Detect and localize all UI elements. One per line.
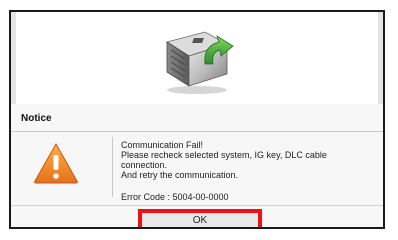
notice-dialog: Notice Communication Fail! Please rechec… [11,104,383,227]
warning-icon [34,142,78,184]
header-image-area [11,12,383,104]
message-line: And retry the communication. [121,170,239,180]
message-line: Communication Fail! [121,140,204,150]
error-code: Error Code : 5004-00-0000 [121,192,229,202]
message-separator [112,137,113,197]
error-message: Communication Fail! Please recheck selec… [121,140,376,180]
right-edge [378,12,383,104]
ok-button[interactable]: OK [138,209,262,227]
title-divider [11,131,383,132]
ecu-module-with-green-arrow-icon [166,31,234,94]
dialog-frame: Notice Communication Fail! Please rechec… [9,10,385,229]
dialog-title: Notice [21,113,52,124]
button-divider [11,205,383,206]
left-edge [11,12,16,104]
message-line: Please recheck selected system, IG key, … [121,150,327,160]
message-line: connection. [121,160,168,170]
